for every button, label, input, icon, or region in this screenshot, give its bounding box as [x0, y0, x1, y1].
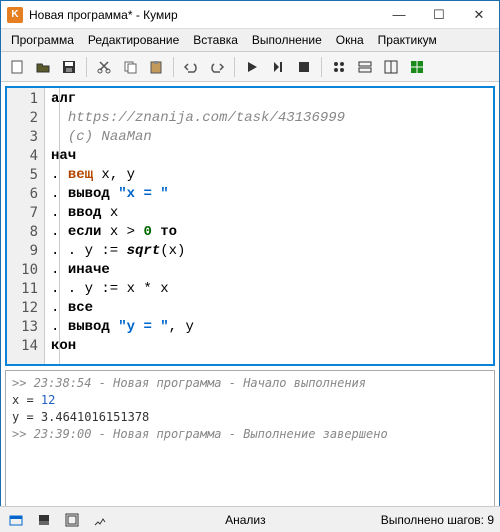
line-number: 5	[9, 166, 38, 185]
line-number: 12	[9, 299, 38, 318]
line-number: 14	[9, 337, 38, 356]
margin-line	[59, 88, 60, 364]
menu-редактирование[interactable]: Редактирование	[82, 31, 185, 49]
separator	[86, 57, 87, 77]
line-number: 10	[9, 261, 38, 280]
menu-окна[interactable]: Окна	[330, 31, 370, 49]
open-button[interactable]	[31, 55, 55, 79]
separator	[173, 57, 174, 77]
code-line[interactable]: . вещ x, y	[51, 166, 487, 185]
stop-button[interactable]	[292, 55, 316, 79]
layout2-button[interactable]	[353, 55, 377, 79]
console-line: >> 23:39:00 - Новая программа - Выполнен…	[12, 426, 488, 443]
code-line[interactable]: https://znanija.com/task/43136999	[51, 109, 487, 128]
console-line: x = 12	[12, 392, 488, 409]
code-editor[interactable]: 1234567891011121314 алг https://znanija.…	[5, 86, 495, 366]
save-button[interactable]	[57, 55, 81, 79]
menu-выполнение[interactable]: Выполнение	[246, 31, 328, 49]
statusbar: Анализ Выполнено шагов: 9	[0, 506, 500, 532]
line-number: 1	[9, 90, 38, 109]
code-line[interactable]: нач	[51, 147, 487, 166]
maximize-button[interactable]: ☐	[419, 1, 459, 29]
new-button[interactable]	[5, 55, 29, 79]
code-line[interactable]: (c) NaaMan	[51, 128, 487, 147]
window-controls: ― ☐ ✕	[379, 1, 499, 29]
code-line[interactable]: . если x > 0 то	[51, 223, 487, 242]
line-number: 11	[9, 280, 38, 299]
line-number: 7	[9, 204, 38, 223]
code-line[interactable]: . все	[51, 299, 487, 318]
redo-button[interactable]	[205, 55, 229, 79]
cut-button[interactable]	[92, 55, 116, 79]
line-number: 6	[9, 185, 38, 204]
output-console[interactable]: >> 23:38:54 - Новая программа - Начало в…	[5, 370, 495, 512]
code-line[interactable]: алг	[51, 90, 487, 109]
menu-вставка[interactable]: Вставка	[187, 31, 244, 49]
toolbar	[1, 52, 499, 82]
menu-практикум[interactable]: Практикум	[372, 31, 443, 49]
copy-button[interactable]	[118, 55, 142, 79]
undo-button[interactable]	[179, 55, 203, 79]
line-gutter: 1234567891011121314	[7, 88, 45, 364]
console-line: y = 3.4641016151378	[12, 409, 488, 426]
status-icon-4[interactable]	[90, 510, 110, 530]
run-button[interactable]	[240, 55, 264, 79]
status-icon-2[interactable]	[34, 510, 54, 530]
line-number: 2	[9, 109, 38, 128]
code-line[interactable]: . вывод "x = "	[51, 185, 487, 204]
window-title: Новая программа* - Кумир	[29, 8, 379, 22]
line-number: 3	[9, 128, 38, 147]
code-line[interactable]: . вывод "y = ", y	[51, 318, 487, 337]
titlebar: K Новая программа* - Кумир ― ☐ ✕	[1, 1, 499, 29]
line-number: 4	[9, 147, 38, 166]
separator	[234, 57, 235, 77]
layout4-button[interactable]	[405, 55, 429, 79]
line-number: 8	[9, 223, 38, 242]
app-icon: K	[7, 7, 23, 23]
code-area[interactable]: алг https://znanija.com/task/43136999 (c…	[45, 88, 493, 364]
layout3-button[interactable]	[379, 55, 403, 79]
paste-button[interactable]	[144, 55, 168, 79]
code-line[interactable]: . . y := x * x	[51, 280, 487, 299]
separator	[321, 57, 322, 77]
code-line[interactable]: . иначе	[51, 261, 487, 280]
close-button[interactable]: ✕	[459, 1, 499, 29]
menubar: ПрограммаРедактированиеВставкаВыполнение…	[1, 29, 499, 52]
console-line: >> 23:38:54 - Новая программа - Начало в…	[12, 375, 488, 392]
analysis-label: Анализ	[225, 513, 266, 527]
status-icon-3[interactable]	[62, 510, 82, 530]
step-button[interactable]	[266, 55, 290, 79]
minimize-button[interactable]: ―	[379, 1, 419, 29]
code-line[interactable]: кон	[51, 337, 487, 356]
layout1-button[interactable]	[327, 55, 351, 79]
code-line[interactable]: . ввод x	[51, 204, 487, 223]
line-number: 9	[9, 242, 38, 261]
steps-label: Выполнено шагов: 9	[381, 513, 494, 527]
line-number: 13	[9, 318, 38, 337]
status-icon-1[interactable]	[6, 510, 26, 530]
code-line[interactable]: . . y := sqrt(x)	[51, 242, 487, 261]
menu-программа[interactable]: Программа	[5, 31, 80, 49]
